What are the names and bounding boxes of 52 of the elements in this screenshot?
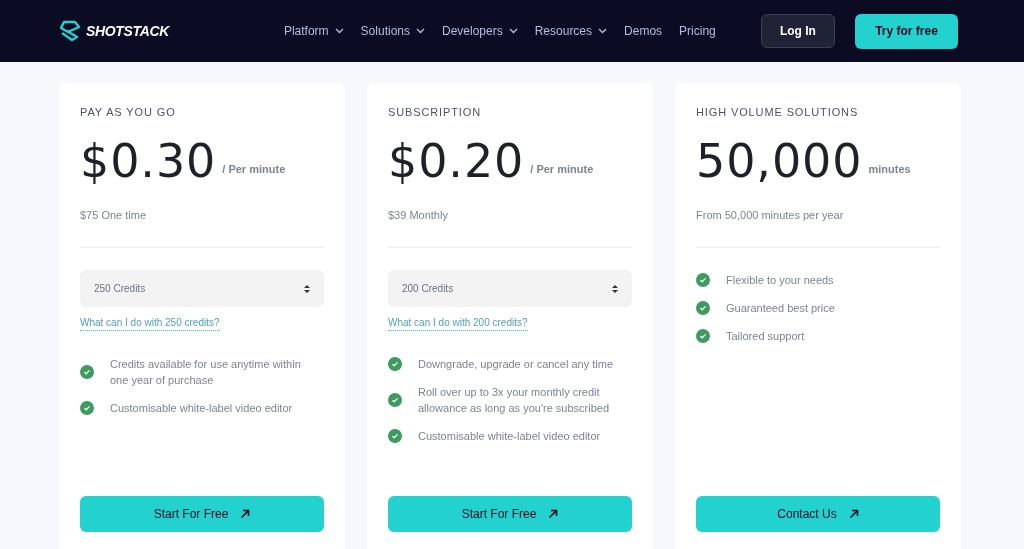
sort-arrows-icon [612,284,618,293]
price: $0.20 [388,134,525,187]
nav-link[interactable]: Platform [283,22,344,40]
price-unit: / Per minute [530,162,594,177]
price-unit: minutes [868,162,911,177]
billing-text: From 50,000 minutes per year [696,207,845,223]
check-circle-icon [388,429,402,443]
arrow-up-right-icon [240,509,251,519]
billing-text: $75 One time [80,207,148,223]
nav-link[interactable]: Solutions [360,22,425,40]
check-circle-icon [696,329,710,343]
feature-text: Downgrade, upgrade or cancel any time [418,357,614,372]
price-unit: / Per minute [222,162,286,177]
nav-link[interactable]: Developers [442,22,518,40]
billing-text: $39 Monthly [388,207,449,223]
chevron-down-icon [416,28,425,34]
check-circle-icon [696,301,710,315]
login-button[interactable]: Log In [760,14,836,48]
chevron-down-icon [508,28,518,34]
check-circle-icon [80,401,94,415]
feature-text: Customisable white-label video editor [418,429,601,444]
nav-link[interactable]: Demos [624,22,663,40]
check-circle-icon [80,365,94,379]
price: $0.30 [80,134,217,187]
arrow-up-right-icon [848,509,859,519]
chevron-down-icon [598,28,608,34]
nav-link[interactable]: Resources [534,22,608,40]
check-circle-icon [388,393,402,407]
plan-category: SUBSCRIPTION [388,105,483,120]
logo-text[interactable]: SHOTSTACK [86,20,169,42]
check-circle-icon [696,273,710,287]
price: 50,000 [696,134,863,187]
feature-text: Roll over up to 3x your monthly credit allowance as long as you're subscribed [418,385,611,416]
plan-category: HIGH VOLUME SOLUTIONS [696,105,860,120]
plan-category: PAY AS YOU GO [80,105,177,120]
start-button[interactable]: Start For Free [80,496,324,532]
credits-select[interactable]: 200 Credits [388,270,632,307]
start-button[interactable]: Start For Free [388,496,632,532]
feature-text: Flexible to your needs [726,273,834,288]
feature-text: Credits available for use anytime within one year of purchase [110,357,302,388]
logo-icon [58,19,82,43]
arrow-up-right-icon [548,509,559,519]
start-button[interactable]: Contact Us [696,496,940,532]
try-for-free-button[interactable]: Try for free [855,13,958,49]
feature-text: Guaranteed best price [726,301,835,316]
sort-arrows-icon [304,284,310,293]
nav-link[interactable]: Pricing [679,22,716,40]
credits-select[interactable]: 250 Credits [80,270,324,307]
feature-text: Customisable white-label video editor [110,401,293,416]
feature-text: Tailored support [726,329,805,344]
check-circle-icon [388,357,402,371]
chevron-down-icon [334,28,344,34]
